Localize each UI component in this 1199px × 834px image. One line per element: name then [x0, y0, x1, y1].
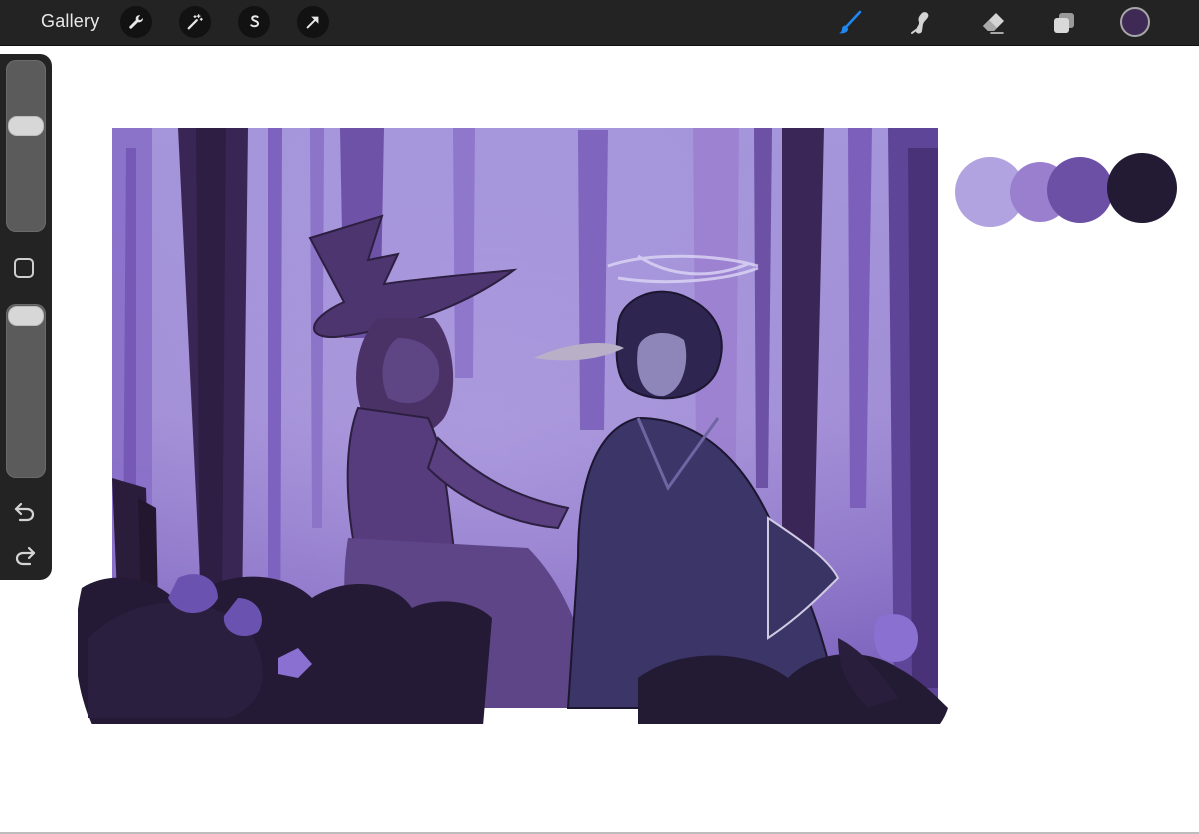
brush-icon[interactable]: [833, 6, 867, 40]
eraser-icon[interactable]: [976, 6, 1010, 40]
opacity-thumb[interactable]: [8, 306, 44, 326]
smudge-icon[interactable]: [904, 6, 938, 40]
brush-size-thumb[interactable]: [8, 116, 44, 136]
layers-icon[interactable]: [1047, 6, 1081, 40]
actions-wrench-icon[interactable]: [120, 6, 152, 38]
brush-size-slider[interactable]: [6, 60, 46, 232]
transform-arrow-icon[interactable]: [297, 6, 329, 38]
canvas-artwork[interactable]: [78, 118, 950, 724]
adjustments-magic-wand-icon[interactable]: [179, 6, 211, 38]
current-color-swatch[interactable]: [1120, 7, 1150, 37]
left-sidebar: [0, 54, 52, 580]
redo-icon[interactable]: [12, 544, 38, 566]
top-toolbar: Gallery: [0, 0, 1199, 46]
selection-s-icon[interactable]: [238, 6, 270, 38]
gallery-button[interactable]: Gallery: [41, 11, 99, 32]
palette-color-4: [1107, 153, 1177, 223]
undo-icon[interactable]: [12, 500, 38, 522]
opacity-slider[interactable]: [6, 304, 46, 478]
palette-color-3: [1047, 157, 1113, 223]
modify-square-icon[interactable]: [14, 258, 34, 278]
color-palette: [955, 153, 1177, 227]
